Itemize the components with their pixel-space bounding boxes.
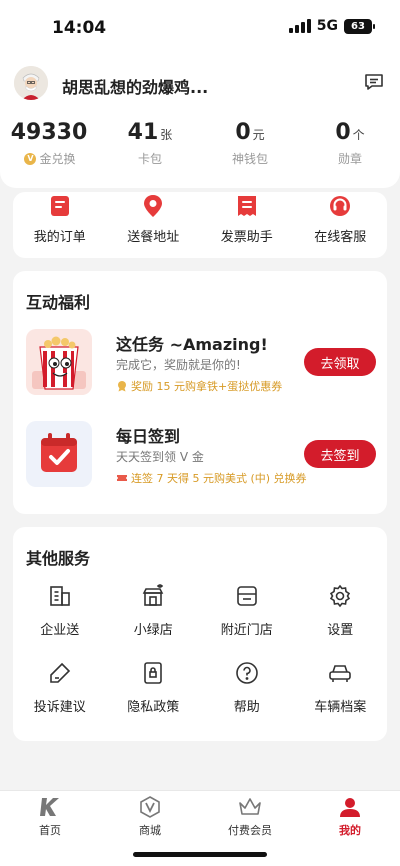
service-green-store[interactable]: 小绿店	[107, 583, 201, 638]
nav-profile[interactable]: 我的	[300, 791, 400, 866]
stat-value: 49330	[10, 120, 88, 145]
stat-value: 41	[127, 120, 159, 145]
services-grid: 企业送 小绿店 附近门店 设置 投诉建议 隐私政策 帮助 车辆档案	[13, 583, 387, 715]
privacy-icon	[144, 662, 163, 684]
vcoin-icon: V	[24, 152, 37, 165]
claim-reward-button[interactable]: 去领取	[304, 348, 376, 376]
crown-icon	[239, 798, 261, 815]
stats-row: 49330 V 金兑换 41 张 卡包 0元 神钱包 0个 勋章	[0, 120, 400, 167]
service-feedback[interactable]: 投诉建议	[13, 660, 107, 715]
quick-action-address[interactable]: 送餐地址	[107, 192, 201, 258]
service-label: 企业送	[40, 623, 80, 638]
stat-card-pack[interactable]: 41 张 卡包	[100, 120, 200, 167]
services-title: 其他服务	[26, 549, 91, 568]
service-enterprise[interactable]: 企业送	[13, 583, 107, 638]
task-reward-text: 连签 7 天得 5 元购美式 (中) 兑换券	[131, 472, 307, 485]
username[interactable]: 胡思乱想的劲爆鸡...	[62, 74, 208, 98]
service-settings[interactable]: 设置	[294, 583, 388, 638]
service-label: 隐私政策	[127, 700, 180, 715]
task-reward: 奖励 15 元购拿铁+蛋挞优惠券	[116, 378, 282, 394]
stat-value: 0	[235, 120, 251, 145]
stat-value: 0	[335, 120, 351, 145]
green-store-icon	[142, 584, 164, 606]
task-desc: 完成它，奖励就是你的!	[116, 358, 241, 372]
settings-icon	[330, 584, 351, 608]
checkin-button[interactable]: 去签到	[304, 440, 376, 468]
quick-action-orders[interactable]: 我的订单	[13, 192, 107, 258]
building-icon	[49, 586, 70, 606]
coupon-icon	[117, 475, 127, 481]
service-nearby-store[interactable]: 附近门店	[200, 583, 294, 638]
service-vehicle[interactable]: 车辆档案	[294, 660, 388, 715]
quick-action-label: 在线客服	[314, 230, 367, 245]
service-help[interactable]: 帮助	[200, 660, 294, 715]
task-image	[26, 329, 92, 395]
service-privacy[interactable]: 隐私政策	[107, 660, 201, 715]
stat-label: 金兑换	[39, 152, 76, 166]
profile-icon	[340, 798, 360, 817]
network-type: 5G	[316, 18, 338, 34]
nav-label: 付费会员	[228, 824, 272, 837]
task-title: 这任务 ~Amazing!	[116, 335, 268, 354]
avatar[interactable]	[14, 66, 48, 100]
car-icon	[329, 665, 352, 682]
quick-action-label: 我的订单	[33, 230, 86, 245]
nearby-store-icon	[236, 586, 257, 606]
quick-action-label: 发票助手	[220, 230, 273, 245]
order-icon	[50, 196, 69, 216]
home-indicator[interactable]	[133, 852, 267, 857]
task-amazing[interactable]: 这任务 ~Amazing! 完成它，奖励就是你的! 奖励 15 元购拿铁+蛋挞优…	[26, 329, 376, 397]
feedback-icon	[49, 662, 70, 683]
quick-action-invoice[interactable]: 发票助手	[200, 192, 294, 258]
stat-unit: 个	[352, 128, 365, 142]
location-icon	[144, 195, 163, 217]
task-reward-text: 奖励 15 元购拿铁+蛋挞优惠券	[131, 380, 283, 393]
headset-icon	[330, 196, 351, 216]
stat-wallet[interactable]: 0元 神钱包	[200, 120, 300, 167]
status-time: 14:04	[52, 18, 107, 38]
task-title: 每日签到	[116, 427, 181, 446]
mall-v-icon	[140, 796, 160, 818]
stat-label: 神钱包	[231, 152, 268, 166]
services-card: 其他服务 企业送 小绿店 附近门店 设置 投诉建议 隐私政策 帮助 车辆档案	[13, 527, 387, 741]
home-k-icon	[40, 798, 59, 816]
help-icon	[235, 662, 258, 684]
service-label: 小绿店	[133, 623, 173, 638]
reward-icon	[118, 381, 126, 392]
stat-unit: 张	[160, 128, 173, 142]
stat-unit: 元	[252, 128, 265, 142]
nav-label: 首页	[39, 824, 61, 837]
task-daily-checkin[interactable]: 每日签到 天天签到领 V 金 连签 7 天得 5 元购美式 (中) 兑换券 去签…	[26, 421, 376, 489]
service-label: 车辆档案	[314, 700, 367, 715]
nav-home[interactable]: 首页	[0, 791, 100, 866]
status-bar: 14:04 5G 63	[0, 0, 400, 56]
stat-label: 卡包	[137, 152, 162, 166]
nav-label: 商城	[139, 824, 161, 837]
nav-label: 我的	[339, 824, 361, 837]
quick-actions-card: 我的订单 送餐地址 发票助手 在线客服	[13, 192, 387, 258]
task-desc: 天天签到领 V 金	[116, 450, 204, 464]
stat-label: 勋章	[337, 152, 362, 166]
quick-action-label: 送餐地址	[127, 230, 180, 245]
signal-icon	[288, 19, 311, 33]
service-label: 附近门店	[220, 623, 273, 638]
status-indicators: 5G 63	[288, 18, 375, 34]
stat-vgold[interactable]: 49330 V 金兑换	[0, 120, 100, 167]
service-label: 设置	[327, 623, 354, 638]
benefits-card: 互动福利 这任务 ~Amazing! 完成它，奖励就是你的! 奖励 15 元购拿…	[13, 271, 387, 514]
stat-medals[interactable]: 0个 勋章	[300, 120, 400, 167]
invoice-icon	[237, 196, 256, 216]
task-reward: 连签 7 天得 5 元购美式 (中) 兑换券	[116, 470, 307, 486]
service-label: 投诉建议	[33, 700, 86, 715]
benefits-title: 互动福利	[26, 293, 91, 312]
message-icon[interactable]	[364, 72, 384, 92]
profile-header: 胡思乱想的劲爆鸡... 49330 V 金兑换 41 张 卡包 0元 神钱包 0个 …	[0, 56, 400, 188]
battery-icon: 63	[344, 18, 375, 34]
quick-action-support[interactable]: 在线客服	[294, 192, 388, 258]
service-label: 帮助	[233, 700, 260, 715]
task-image	[26, 421, 92, 487]
